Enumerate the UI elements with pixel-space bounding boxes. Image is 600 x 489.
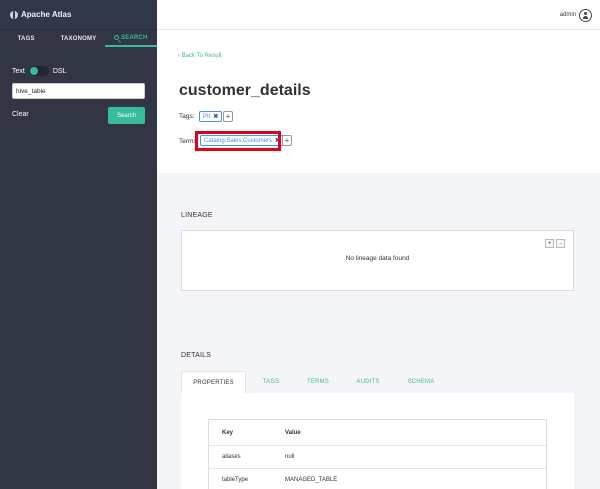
tab-properties[interactable]: PROPERTIES: [181, 371, 246, 393]
tab-search[interactable]: SEARCH: [104, 30, 157, 47]
add-term-button[interactable]: +: [282, 135, 292, 146]
tab-search-label: SEARCH: [121, 34, 148, 41]
globe-icon: [10, 10, 18, 19]
row-key: aliases: [222, 454, 241, 460]
top-header: admin: [157, 0, 600, 30]
table-header-row: Key Value: [209, 420, 546, 445]
lineage-title: LINEAGE: [181, 212, 213, 219]
row-key: tableType: [222, 477, 249, 483]
sidebar: Apache Atlas TAGS TAXONOMY SEARCH Text D…: [0, 0, 157, 489]
tab-details-audits[interactable]: AUDITS: [342, 371, 394, 393]
search-mode-toggle-row: Text DSL: [12, 66, 66, 76]
highlight-box: [195, 131, 281, 151]
tab-details-tags[interactable]: TAGS: [249, 371, 293, 393]
user-name[interactable]: admin: [560, 12, 576, 18]
toggle-text-label: Text: [12, 67, 25, 75]
tag-pill-label: PII: [203, 113, 211, 120]
remove-tag-icon[interactable]: ✖: [213, 113, 218, 120]
row-value: MANAGED_TABLE: [285, 477, 338, 483]
sidebar-tabs: TAGS TAXONOMY SEARCH: [0, 30, 157, 47]
properties-panel: Key Value aliases null tableType MANAGED…: [181, 393, 574, 489]
search-button[interactable]: Search: [108, 107, 145, 124]
details-title: DETAILS: [181, 352, 212, 359]
zoom-out-button[interactable]: -: [556, 239, 565, 248]
search-input[interactable]: hive_table: [12, 83, 145, 99]
lineage-panel: + - No lineage data found: [181, 230, 574, 291]
column-header-value: Value: [285, 429, 301, 436]
add-tag-button[interactable]: +: [223, 111, 233, 122]
search-input-value: hive_table: [16, 87, 46, 95]
tab-taxonomy-label: TAXONOMY: [60, 35, 97, 42]
zoom-in-button[interactable]: +: [545, 239, 554, 248]
page-title: customer_details: [179, 82, 311, 99]
toggle-dsl-label: DSL: [52, 67, 67, 75]
details-tabs: PROPERTIES TAGS TERMS AUDITS SCHEMA: [181, 371, 574, 393]
table-row: tableType MANAGED_TABLE: [209, 468, 546, 489]
column-header-key: Key: [222, 429, 234, 436]
search-mode-toggle[interactable]: [28, 66, 49, 76]
toggle-knob: [29, 67, 38, 75]
user-icon[interactable]: [579, 9, 592, 22]
tab-details-schema[interactable]: SCHEMA: [396, 371, 446, 393]
back-to-result-link[interactable]: ‹ Back To Result: [178, 53, 222, 59]
entity-header-panel: [157, 31, 600, 173]
clear-link[interactable]: Clear: [12, 111, 29, 118]
row-value: null: [285, 454, 295, 460]
tag-pill[interactable]: PII ✖: [199, 111, 223, 122]
app-title: Apache Atlas: [21, 10, 72, 19]
tags-label: Tags:: [179, 113, 195, 120]
tab-details-terms[interactable]: TERMS: [296, 371, 340, 393]
search-icon: [114, 35, 120, 40]
tab-tags-label: TAGS: [17, 35, 35, 42]
back-label: Back To Result: [181, 53, 222, 59]
lineage-empty-message: No lineage data found: [345, 255, 410, 262]
tab-tags[interactable]: TAGS: [0, 30, 52, 47]
table-row: aliases null: [209, 445, 546, 468]
app-brand[interactable]: Apache Atlas: [0, 0, 157, 30]
properties-table: Key Value aliases null tableType MANAGED…: [208, 419, 547, 489]
tab-taxonomy[interactable]: TAXONOMY: [52, 30, 104, 47]
